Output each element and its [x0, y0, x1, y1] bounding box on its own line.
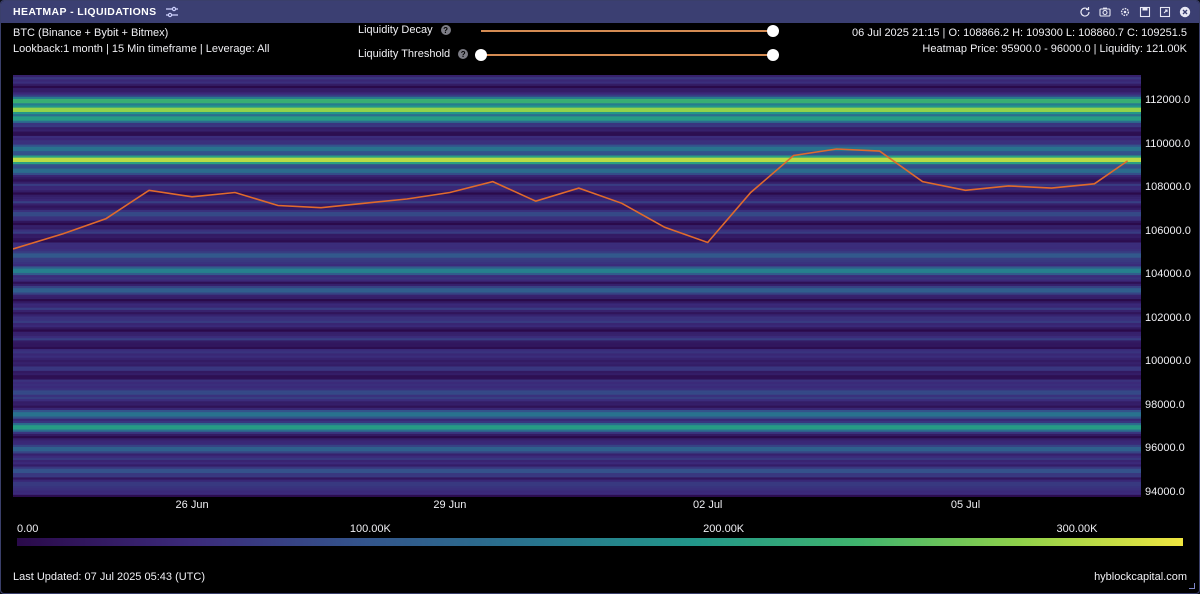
colorbar-tick-label: 0.00 [17, 523, 39, 535]
heatmap-window: HEATMAP - LIQUIDATIONS BTC (Binance + By… [0, 0, 1200, 594]
slider-handle[interactable] [767, 25, 779, 37]
y-tick-label: 102000.0 [1145, 311, 1191, 324]
y-tick-label: 104000.0 [1145, 268, 1191, 281]
heatmap-chart[interactable] [13, 75, 1141, 497]
colorbar-tick-label: 300.00K [1056, 523, 1098, 535]
slider-track [481, 30, 773, 32]
ohlc-line: 06 Jul 2025 21:15 | O: 108866.2 H: 10930… [852, 27, 1187, 39]
help-icon[interactable]: ? [458, 49, 469, 59]
price-axis: 112000.0 110000.0 108000.0 106000.0 104000.0… [1141, 75, 1199, 498]
slider-handle-max[interactable] [767, 49, 779, 61]
gear-icon[interactable] [1117, 4, 1133, 20]
x-tick-label: 02 Jul [693, 499, 723, 511]
y-tick-label: 112000.0 [1145, 94, 1191, 107]
liquidity-colorbar [17, 538, 1183, 546]
x-tick-label: 29 Jun [433, 499, 467, 511]
liquidity-decay-label: Liquidity Decay [358, 24, 433, 36]
colorbar-tick-label: 200.00K [703, 523, 745, 535]
market-info: BTC (Binance + Bybit + Bitmex) Lookback:… [13, 25, 269, 57]
save-icon[interactable] [1137, 4, 1153, 20]
y-tick-label: 100000.0 [1145, 355, 1191, 368]
heatmap-price-line: Heatmap Price: 95900.0 - 96000.0 | Liqui… [922, 43, 1187, 55]
window-titlebar: HEATMAP - LIQUIDATIONS [1, 1, 1199, 23]
last-updated: Last Updated: 07 Jul 2025 05:43 (UTC) [13, 571, 206, 583]
x-tick-label: 05 Jul [950, 499, 981, 511]
liquidity-decay-slider[interactable] [481, 25, 779, 37]
slider-handle-min[interactable] [475, 49, 487, 61]
ohlc-info: 06 Jul 2025 21:15 | O: 108866.2 H: 10930… [852, 25, 1187, 57]
liquidity-threshold-control: Liquidity Threshold ? [358, 48, 469, 60]
y-tick-label: 96000.0 [1145, 442, 1185, 455]
liquidity-threshold-slider[interactable] [475, 49, 779, 61]
camera-icon[interactable] [1097, 4, 1113, 20]
expand-icon[interactable] [1157, 4, 1173, 20]
window-actions [1077, 4, 1193, 20]
colorbar-labels: 0.00 100.00K 200.00K 300.00K [17, 523, 1185, 537]
y-tick-label: 110000.0 [1145, 137, 1191, 150]
y-tick-label: 94000.0 [1145, 485, 1185, 498]
exchange-line: BTC (Binance + Bybit + Bitmex) [13, 27, 169, 39]
colorbar-tick-label: 100.00K [349, 523, 391, 535]
x-tick-label: 26 Jun [175, 499, 209, 511]
y-tick-label: 106000.0 [1145, 224, 1191, 237]
help-icon[interactable]: ? [440, 25, 451, 35]
y-tick-label: 98000.0 [1145, 398, 1185, 411]
filters-icon[interactable] [165, 6, 179, 18]
slider-track [481, 54, 773, 56]
resize-handle[interactable] [1189, 583, 1195, 589]
time-axis: 26 Jun 29 Jun 02 Jul 05 Jul [13, 497, 1141, 513]
liquidity-decay-control: Liquidity Decay ? [358, 24, 451, 36]
y-tick-label: 108000.0 [1145, 181, 1191, 194]
heatmap-canvas[interactable] [13, 75, 1141, 497]
lookback-line: Lookback:1 month | 15 Min timeframe | Le… [13, 43, 270, 55]
close-icon[interactable] [1177, 4, 1193, 20]
liquidity-threshold-label: Liquidity Threshold [358, 48, 451, 60]
window-title: HEATMAP - LIQUIDATIONS [13, 6, 157, 18]
refresh-icon[interactable] [1077, 4, 1093, 20]
brand-link[interactable]: hyblockcapital.com [1094, 571, 1187, 583]
